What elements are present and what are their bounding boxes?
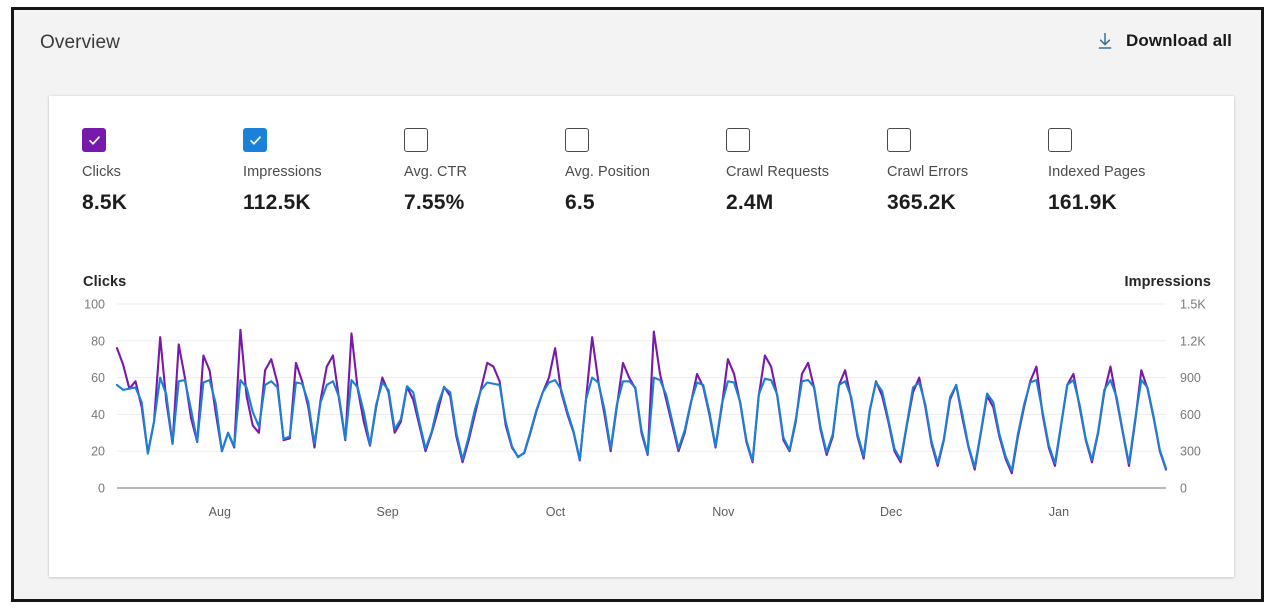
metric-label: Impressions: [243, 164, 322, 180]
right-axis-title: Impressions: [1124, 274, 1211, 290]
screenshot-root: Overview Download all Clicks 8.5K Impressi…: [0, 0, 1275, 610]
left-axis-tick: 60: [91, 371, 105, 385]
right-axis-tick: 1.5K: [1180, 298, 1206, 312]
x-axis-tick: Dec: [880, 505, 902, 519]
metric-checkbox-impressions[interactable]: [243, 128, 267, 152]
metric-checkbox-crawl-errors[interactable]: [887, 128, 911, 152]
metric-tile-crawl-errors[interactable]: Crawl Errors 365.2K: [887, 128, 1048, 215]
x-axis-tick: Oct: [546, 505, 566, 519]
panel-header: Overview Download all: [14, 10, 1261, 90]
metric-label: Avg. CTR: [404, 164, 467, 180]
left-axis-title: Clicks: [83, 274, 127, 290]
metric-value: 2.4M: [726, 191, 774, 214]
metric-value: 112.5K: [243, 191, 311, 214]
right-axis-tick: 300: [1180, 445, 1201, 459]
metric-checkbox-avg-position[interactable]: [565, 128, 589, 152]
right-axis-tick: 1.2K: [1180, 334, 1206, 348]
metric-value: 8.5K: [82, 191, 128, 214]
chart-plot-area: 0 20 40 60 80 100 0 300 600 900 1.2K 1.5K Aug Sep Oct N…: [84, 298, 1206, 520]
right-axis-tick: 900: [1180, 371, 1201, 385]
metric-checkbox-indexed-pages[interactable]: [1048, 128, 1072, 152]
metric-label: Crawl Errors: [887, 164, 969, 180]
download-all-button[interactable]: Download all: [1096, 31, 1232, 51]
metric-value: 7.55%: [404, 191, 465, 214]
metric-tile-crawl-requests[interactable]: Crawl Requests 2.4M: [726, 128, 887, 215]
x-axis-tick: Nov: [712, 505, 735, 519]
metric-label: Avg. Position: [565, 164, 651, 180]
metric-value: 161.9K: [1048, 191, 1117, 214]
left-axis-tick: 0: [98, 482, 105, 496]
metric-tile-avg-position[interactable]: Avg. Position 6.5: [565, 128, 726, 215]
download-arrow-icon: [1096, 31, 1114, 51]
metric-label: Clicks: [82, 164, 121, 180]
left-axis-tick: 80: [91, 334, 105, 348]
right-axis-tick: 0: [1180, 482, 1187, 496]
series-line-clicks: [115, 328, 1168, 475]
overview-chart: Clicks Impressions 0 20 40 60 80 100 0 300 600 90…: [49, 274, 1234, 574]
checkmark-icon: [249, 135, 261, 145]
left-axis-tick: 40: [91, 408, 105, 422]
metric-value: 6.5: [565, 191, 595, 214]
metric-label: Crawl Requests: [726, 164, 830, 180]
metric-checkbox-avg-ctr[interactable]: [404, 128, 428, 152]
x-axis-tick: Sep: [377, 505, 399, 519]
x-axis-tick: Jan: [1049, 505, 1069, 519]
metric-tile-list: Clicks 8.5K Impressions 112.5K Avg. CTR 7.55%…: [49, 96, 1234, 215]
left-axis-tick: 20: [91, 445, 105, 459]
series-line-impressions: [115, 376, 1168, 472]
page-title: Overview: [40, 32, 120, 53]
metric-checkbox-crawl-requests[interactable]: [726, 128, 750, 152]
metric-checkbox-clicks[interactable]: [82, 128, 106, 152]
left-axis-tick: 100: [84, 298, 105, 312]
metric-value: 365.2K: [887, 191, 956, 214]
metric-tile-impressions[interactable]: Impressions 112.5K: [243, 128, 404, 215]
x-axis-tick: Aug: [209, 505, 231, 519]
overview-panel: Overview Download all Clicks 8.5K Impressi…: [11, 7, 1264, 602]
metric-tile-indexed-pages[interactable]: Indexed Pages 161.9K: [1048, 128, 1209, 215]
metric-label: Indexed Pages: [1048, 164, 1146, 180]
metric-tile-clicks[interactable]: Clicks 8.5K: [82, 128, 243, 215]
checkmark-icon: [88, 135, 100, 145]
right-axis-tick: 600: [1180, 408, 1201, 422]
metric-tile-avg-ctr[interactable]: Avg. CTR 7.55%: [404, 128, 565, 215]
overview-card: Clicks 8.5K Impressions 112.5K Avg. CTR 7.55%…: [49, 96, 1234, 577]
download-all-label: Download all: [1125, 31, 1232, 50]
